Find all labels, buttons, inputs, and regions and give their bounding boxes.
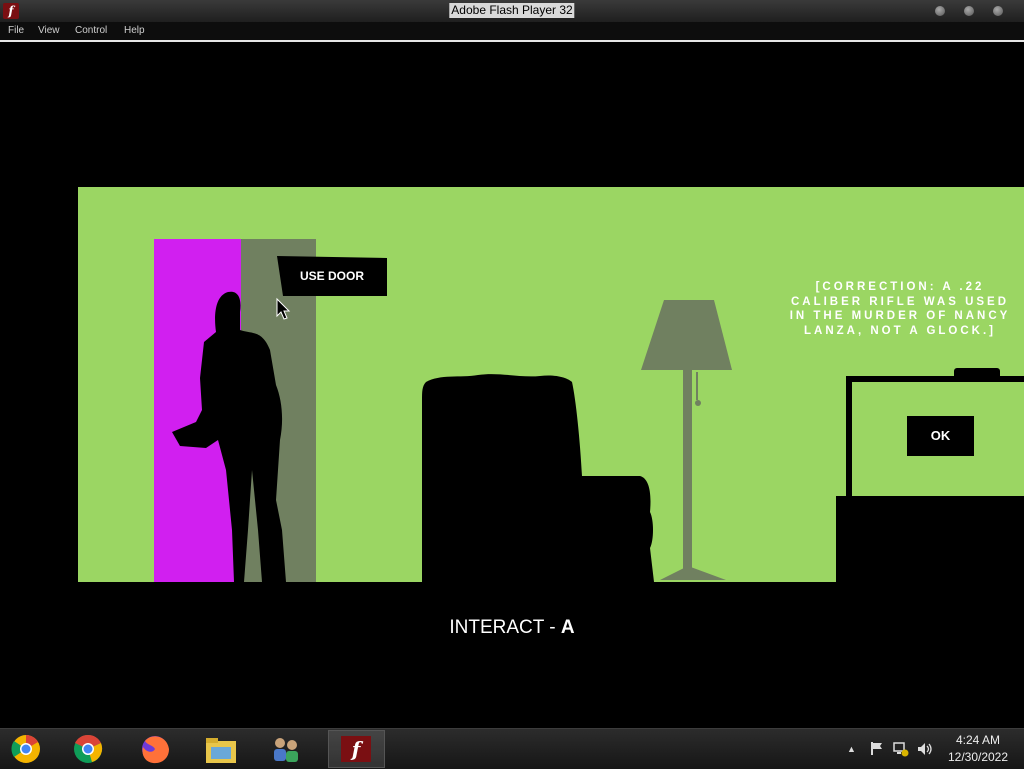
show-hidden-icons-icon[interactable]: ▲: [847, 744, 856, 754]
flash-player-icon: f: [341, 736, 371, 762]
chrome-icon[interactable]: [70, 733, 106, 765]
taskbar: f ▲ 4:24 AM 12/30/2022: [0, 728, 1024, 769]
action-center-flag-icon[interactable]: [869, 741, 883, 755]
firefox-icon[interactable]: [137, 733, 173, 765]
network-icon[interactable]: [893, 741, 909, 757]
network-users-icon[interactable]: [268, 733, 304, 765]
volume-icon[interactable]: [917, 741, 933, 757]
clock-time[interactable]: 4:24 AM: [940, 733, 1016, 747]
interact-key: A: [560, 617, 575, 638]
ok-button[interactable]: OK: [907, 416, 974, 456]
correction-notice: [CORRECTION: A .22 CALIBER RIFLE WAS USE…: [789, 281, 1011, 337]
mouse-cursor: [276, 297, 291, 320]
lamp-pole: [683, 370, 692, 570]
tv-stand: [836, 496, 1024, 582]
chrome-canary-icon[interactable]: [8, 733, 44, 765]
armchair-silhouette: [422, 374, 654, 582]
interact-hint: INTERACT - A: [0, 617, 1024, 639]
player-silhouette: [172, 291, 286, 582]
lamp-shade: [641, 300, 732, 370]
clock-date[interactable]: 12/30/2022: [940, 750, 1016, 764]
lamp-base: [660, 566, 726, 580]
interact-prefix: INTERACT -: [449, 617, 561, 638]
file-explorer-icon[interactable]: [203, 733, 239, 765]
use-door-label: USE DOOR: [299, 269, 364, 283]
use-door-prompt[interactable]: USE DOOR: [277, 256, 387, 296]
tv-top-box: [954, 368, 1000, 380]
